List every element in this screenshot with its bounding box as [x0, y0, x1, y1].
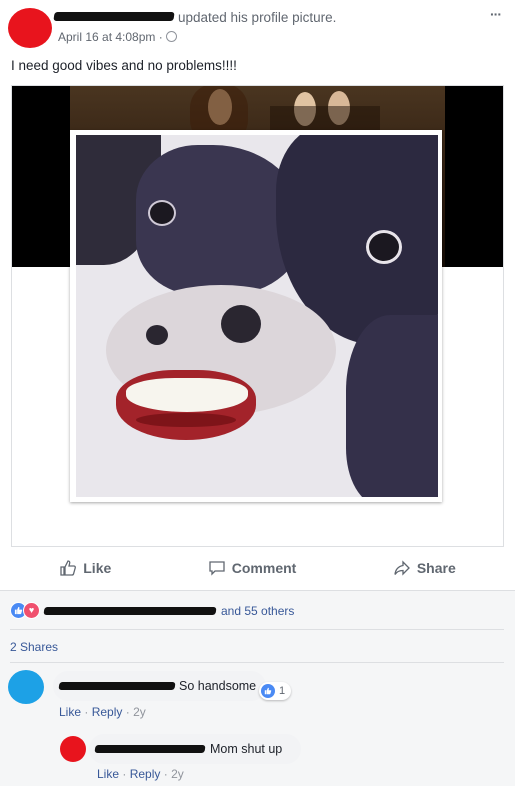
- comment-age[interactable]: 2y: [133, 705, 146, 719]
- share-label: Share: [416, 560, 456, 576]
- reaction-others-link[interactable]: and 55 others: [221, 604, 294, 618]
- divider: [10, 662, 504, 663]
- reaction-count: 1: [279, 685, 286, 697]
- like-label: Like: [83, 560, 112, 576]
- reply-age[interactable]: 2y: [171, 767, 184, 781]
- comment-like-link[interactable]: Like: [59, 705, 81, 719]
- post-date[interactable]: April 16 at 4:08pm: [58, 30, 155, 44]
- divider: [10, 629, 504, 630]
- like-reaction-icon: [261, 684, 275, 698]
- commenter-avatar[interactable]: [8, 670, 44, 704]
- thumbs-up-icon: [60, 560, 77, 576]
- reply-actions: Like · Reply · 2y: [97, 767, 184, 781]
- reply-avatar[interactable]: [60, 736, 86, 762]
- reply-author-redacted[interactable]: [94, 745, 206, 753]
- feedback-section: ♥ and 55 others 2 Shares So handsome 1 L…: [0, 590, 515, 786]
- commenter-name-redacted[interactable]: [58, 682, 176, 690]
- poster-name-redacted[interactable]: [53, 12, 175, 21]
- globe-icon: [166, 31, 178, 42]
- profile-picture[interactable]: [70, 130, 442, 502]
- dot-separator: ·: [122, 767, 127, 781]
- comment-actions: Like · Reply · 2y: [59, 705, 146, 719]
- reactor-names-redacted[interactable]: [43, 606, 217, 615]
- post-body-text: I need good vibes and no problems!!!!: [11, 58, 237, 73]
- profile-photo-cow: [76, 135, 438, 497]
- shares-link[interactable]: 2 Shares: [10, 640, 58, 654]
- comment-icon: [209, 561, 225, 576]
- reply-reply-link[interactable]: Reply: [130, 767, 161, 781]
- share-button[interactable]: Share: [393, 559, 456, 577]
- date-separator: ·: [158, 30, 163, 44]
- post-actions-bar: Like Comment Share: [11, 555, 504, 581]
- comment-bubble: So handsome: [53, 671, 266, 701]
- comment-text: So handsome: [179, 679, 257, 693]
- post-menu-icon[interactable]: ···: [490, 6, 502, 22]
- dot-separator: ·: [163, 767, 168, 781]
- dot-separator: ·: [84, 705, 89, 719]
- love-reaction-icon: ♥: [23, 602, 40, 619]
- dot-separator: ·: [125, 705, 130, 719]
- comment-reply-link[interactable]: Reply: [92, 705, 123, 719]
- poster-avatar[interactable]: [8, 8, 52, 48]
- comment-button[interactable]: Comment: [208, 559, 297, 577]
- reply-text: Mom shut up: [210, 742, 283, 756]
- post-header-text: updated his profile picture.: [178, 10, 337, 25]
- comment-label: Comment: [231, 560, 297, 576]
- reply-bubble: Mom shut up: [89, 734, 301, 764]
- share-icon: [394, 560, 410, 576]
- like-button[interactable]: Like: [59, 559, 111, 577]
- reply-like-link[interactable]: Like: [97, 767, 119, 781]
- reactions-summary[interactable]: ♥ and 55 others: [10, 602, 294, 619]
- comment-reaction-badge[interactable]: 1: [259, 682, 292, 700]
- post-timestamp[interactable]: April 16 at 4:08pm ·: [58, 30, 178, 44]
